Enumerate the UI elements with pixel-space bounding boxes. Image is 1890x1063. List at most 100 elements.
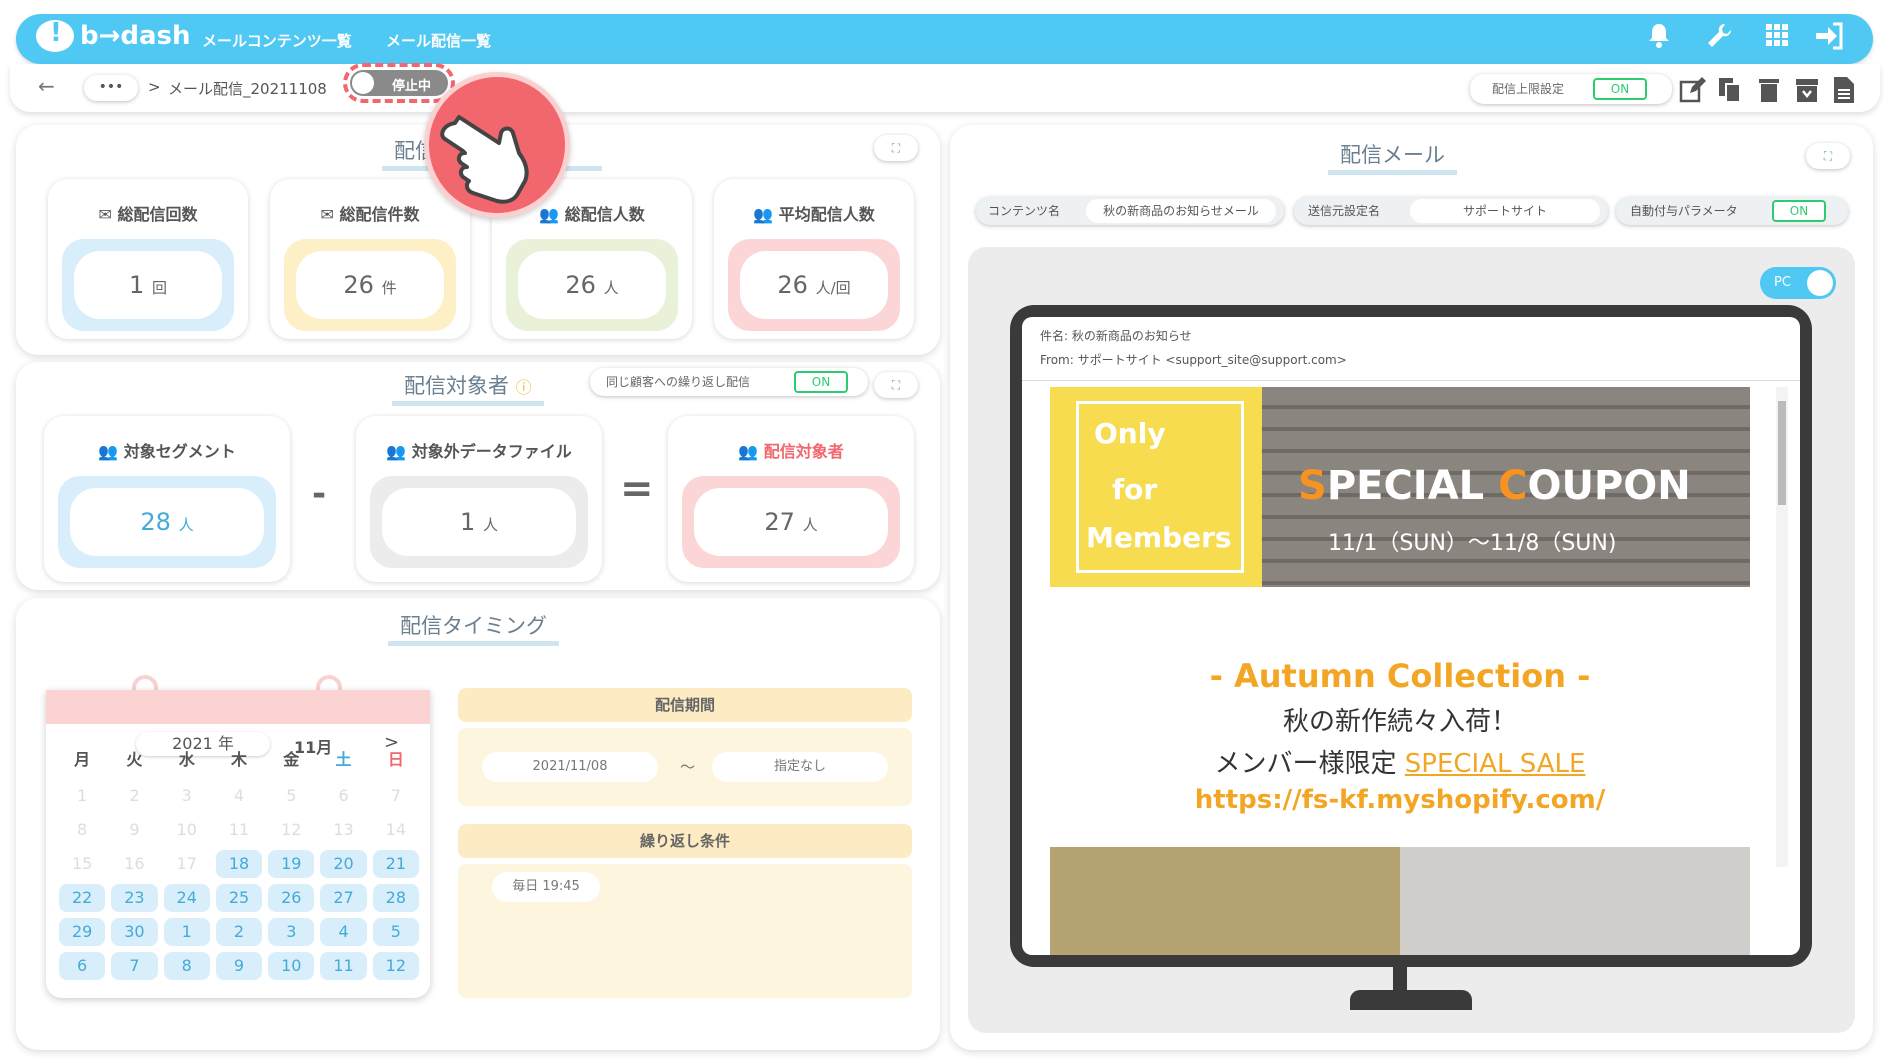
edit-icon[interactable]: [1678, 76, 1706, 104]
calendar-days: 1 2 3 4 5 6 7 8 9 10 11 12 13 14 15 16 17 18 19 20 21 22 23 24 2…: [56, 782, 422, 980]
target-title: 配信対象者 ⓘ: [392, 370, 544, 406]
target-title-text: 配信対象者: [404, 374, 509, 398]
nav-mail-delivery-list[interactable]: メール配信一覧: [386, 30, 491, 51]
breadcrumb-separator: >: [148, 78, 161, 96]
breadcrumb-bar: ← ••• > メール配信_20211108 停止中 配信上限設定 ON: [10, 63, 1880, 112]
calendar-day: 7: [390, 786, 401, 805]
calendar-day[interactable]: 27: [320, 884, 367, 912]
mail-header: 件名: 秋の新商品のお知らせ From: サポートサイト <support_si…: [1022, 317, 1800, 381]
calendar-day[interactable]: 4: [320, 918, 367, 946]
stat-card-average-people: 👥 平均配信人数 26 人/回: [714, 179, 914, 339]
people-icon: 👥: [386, 442, 407, 461]
trash-icon[interactable]: [1758, 76, 1780, 104]
repeat-condition-header: 繰り返し条件: [458, 824, 912, 858]
calendar-day: 12: [281, 820, 302, 839]
auto-param-toggle[interactable]: ON: [1772, 200, 1826, 222]
mail-line2: メンバー様限定 SPECIAL SALE: [1050, 743, 1750, 780]
device-toggle[interactable]: PC: [1760, 267, 1836, 299]
banner-oupon: OUPON: [1527, 463, 1691, 509]
auto-param-label: 自動付与パラメータ: [1630, 204, 1738, 218]
target-card-exclusion-file: 👥 対象外データファイル 1 人: [356, 416, 602, 582]
calendar-day[interactable]: 28: [372, 884, 419, 912]
archive-icon[interactable]: [1794, 76, 1820, 104]
mail-line1: 秋の新作続々入荷！: [1282, 707, 1517, 737]
calendar-day[interactable]: 21: [372, 850, 419, 878]
calendar-day[interactable]: 30: [111, 918, 158, 946]
calendar-day: 8: [77, 820, 88, 839]
period-end-input[interactable]: 指定なし: [712, 752, 888, 782]
target-value: 1: [460, 508, 476, 536]
sender-name-value: サポートサイト: [1410, 199, 1600, 223]
wrench-icon[interactable]: [1702, 22, 1736, 56]
breadcrumb-more-button[interactable]: •••: [84, 75, 138, 101]
minus-sign: -: [312, 474, 327, 514]
logout-icon[interactable]: [1812, 22, 1846, 56]
calendar-day[interactable]: 18: [215, 850, 263, 878]
calendar-day[interactable]: 3: [268, 918, 315, 946]
calendar-day: 9: [129, 820, 140, 839]
copy-icon[interactable]: [1717, 76, 1743, 104]
stat-unit: 人: [603, 279, 619, 297]
calendar: 2021 年 11月 > 月 火 水 木 金 土 日 1 2 3 4 5 6 7 8 9 10 11…: [46, 690, 430, 998]
bell-icon[interactable]: [1642, 22, 1676, 56]
back-arrow-icon[interactable]: ←: [38, 74, 55, 98]
weekday: 金: [283, 750, 300, 769]
calendar-day[interactable]: 2: [215, 918, 263, 946]
shop-url[interactable]: https://fs-kf.myshopify.com/: [1050, 785, 1750, 815]
banner-members: Members: [1086, 521, 1232, 554]
mail-icon: ✉: [98, 205, 112, 224]
calendar-day: 2: [129, 786, 140, 805]
calendar-day[interactable]: 25: [215, 884, 263, 912]
calendar-day[interactable]: 1: [163, 918, 210, 946]
bdash-logo[interactable]: b→dash: [36, 18, 191, 52]
mail-expand-button[interactable]: ⛶: [1806, 143, 1850, 169]
target-expand-button[interactable]: ⛶: [874, 372, 918, 398]
tap-hand-overlay: [424, 72, 570, 218]
target-label: 配信対象者: [763, 442, 844, 461]
calendar-day: 17: [176, 854, 197, 873]
calendar-day: 3: [181, 786, 192, 805]
scrollbar-thumb[interactable]: [1778, 401, 1786, 505]
nav-mail-content-list[interactable]: メールコンテンツ一覧: [202, 30, 352, 51]
calendar-day[interactable]: 22: [59, 884, 106, 912]
mail-from: From: サポートサイト <support_site@support.com>: [1040, 353, 1347, 367]
help-icon[interactable]: ⓘ: [516, 378, 532, 397]
calendar-day: 10: [176, 820, 197, 839]
content-name-field[interactable]: コンテンツ名 秋の新商品のお知らせメール: [976, 197, 1284, 225]
calendar-day[interactable]: 29: [59, 918, 106, 946]
calendar-day[interactable]: 26: [268, 884, 315, 912]
calendar-day[interactable]: 6: [59, 952, 106, 980]
weekday: 木: [230, 750, 247, 769]
special-sale-link[interactable]: SPECIAL SALE: [1405, 749, 1586, 779]
calendar-day[interactable]: 10: [268, 952, 315, 980]
calendar-day[interactable]: 20: [320, 850, 367, 878]
period-start-input[interactable]: 2021/11/08: [482, 752, 658, 782]
calendar-day[interactable]: 24: [163, 884, 210, 912]
calendar-day[interactable]: 19: [268, 850, 315, 878]
monitor-stand-base: [1350, 990, 1472, 1010]
calendar-day[interactable]: 11: [320, 952, 367, 980]
weekday: 月: [74, 750, 91, 769]
calendar-day[interactable]: 12: [372, 952, 419, 980]
calendar-day[interactable]: 8: [163, 952, 210, 980]
mail-scrollbar[interactable]: [1776, 387, 1788, 867]
product-image-left: [1050, 847, 1400, 955]
document-icon[interactable]: [1833, 76, 1855, 104]
sender-name-field[interactable]: 送信元設定名 サポートサイト: [1294, 197, 1608, 225]
calendar-day[interactable]: 7: [111, 952, 158, 980]
repeat-delivery-toggle[interactable]: ON: [794, 371, 848, 393]
stats-expand-button[interactable]: ⛶: [874, 135, 918, 161]
sender-name-label: 送信元設定名: [1308, 204, 1381, 218]
calendar-day[interactable]: 5: [372, 918, 419, 946]
calendar-day: 5: [286, 786, 297, 805]
grid-icon[interactable]: [1760, 22, 1794, 56]
stat-value: 26: [565, 271, 596, 299]
stat-label: 平均配信人数: [778, 205, 875, 224]
breadcrumb-current: メール配信_20211108: [168, 80, 327, 98]
calendar-day[interactable]: 23: [111, 884, 158, 912]
logo-text: b→dash: [80, 21, 191, 51]
delivery-limit-toggle[interactable]: ON: [1593, 78, 1647, 100]
target-panel: 配信対象者 ⓘ 同じ顧客への繰り返し配信 ON ⛶ 👥 対象セグメント 28 人…: [16, 362, 940, 590]
repeat-condition-value[interactable]: 毎日 19:45: [492, 872, 600, 902]
calendar-day[interactable]: 9: [215, 952, 263, 980]
